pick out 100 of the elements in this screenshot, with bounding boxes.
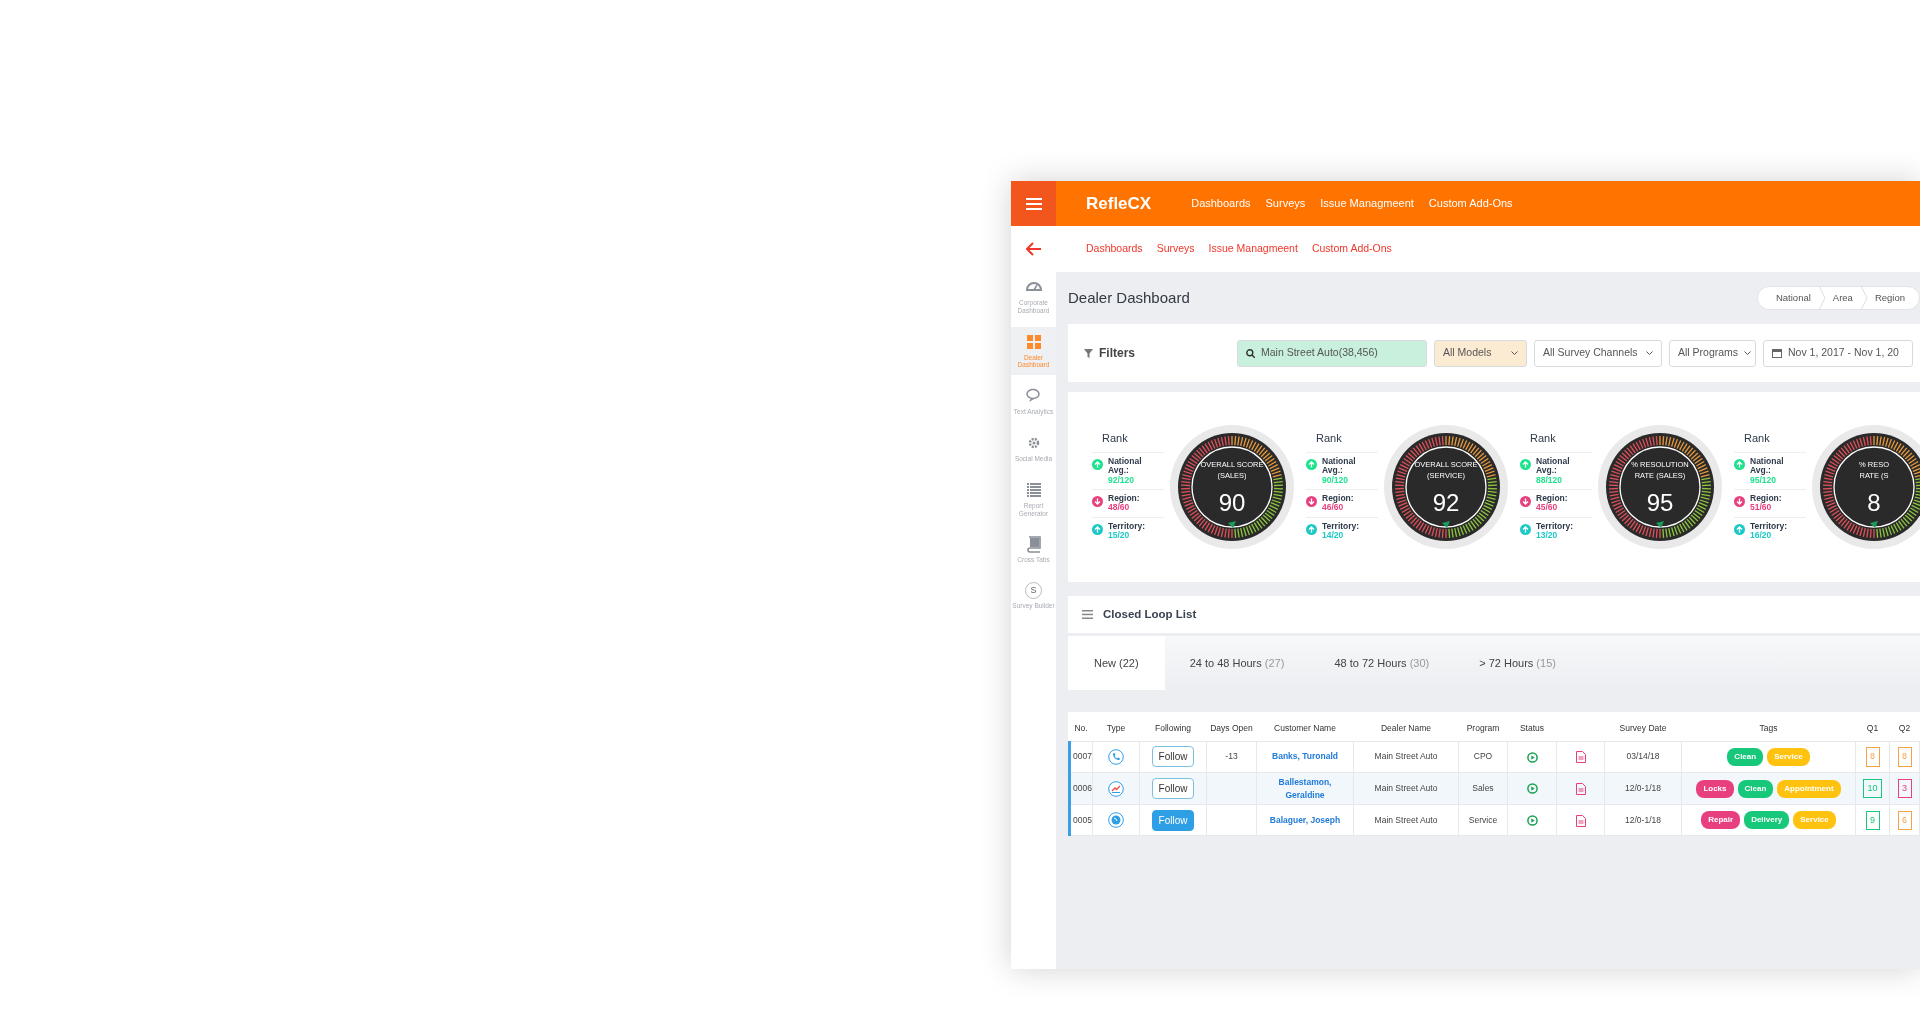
follow-button[interactable]: Follow: [1151, 809, 1195, 831]
score-box: 9: [1865, 810, 1880, 830]
play-icon: [1526, 815, 1538, 827]
column-header: Q2: [1889, 712, 1920, 742]
tag: Repair: [1701, 811, 1741, 830]
menu-button[interactable]: [1011, 181, 1056, 226]
rank-value: 16/20: [1750, 531, 1772, 541]
list-icon: [1024, 480, 1043, 499]
rank-label: Territory:: [1108, 521, 1146, 532]
table-cell: 0006: [1073, 783, 1092, 794]
tag: Delivery: [1744, 811, 1790, 830]
list-title: Closed Loop List: [1103, 606, 1197, 622]
tab[interactable]: > 72 Hours (15): [1454, 636, 1581, 690]
tag: Clean: [1737, 779, 1774, 798]
dropdown[interactable]: All Survey Channels: [1534, 339, 1662, 367]
rank-label: Region:: [1322, 494, 1354, 504]
rank-title: Rank: [1102, 430, 1129, 446]
column-header: Tags: [1681, 712, 1856, 742]
book-icon: [1024, 535, 1043, 554]
tag: Locks: [1696, 779, 1734, 798]
date-range-field[interactable]: Nov 1, 2017 - Nov 1, 20: [1763, 339, 1913, 367]
rank-value: 46/60: [1322, 503, 1344, 513]
rank-label: National Avg.:: [1322, 457, 1357, 476]
back-arrow-icon: [1025, 242, 1042, 256]
nav-link[interactable]: Issue Managmeent: [1208, 241, 1298, 257]
column-header: Dealer Name: [1353, 712, 1459, 742]
dropdown[interactable]: All Programs: [1669, 339, 1756, 367]
rank-value: 90/120: [1322, 475, 1349, 486]
rank-value: 95/120: [1750, 475, 1777, 486]
follow-button[interactable]: Follow: [1151, 746, 1195, 768]
rank-value: 51/60: [1750, 503, 1772, 513]
caret-icon: [1744, 350, 1752, 356]
gauge-score: 90: [1217, 487, 1247, 518]
tab[interactable]: 48 to 72 Hours (30): [1309, 636, 1455, 690]
column-header: No.: [1069, 712, 1093, 742]
breadcrumb-item[interactable]: National: [1767, 290, 1819, 306]
gauge-score: 92: [1431, 487, 1461, 518]
rank-title: Rank: [1316, 430, 1343, 446]
table-cell: CPO: [1473, 751, 1493, 762]
grid-icon: [1024, 332, 1043, 351]
nav-link[interactable]: Surveys: [1265, 195, 1306, 212]
rank-value: 92/120: [1108, 475, 1135, 486]
tag: Clean: [1727, 747, 1764, 766]
brand-logo: RefleCX: [1086, 192, 1152, 215]
table-cell: Service: [1468, 814, 1498, 825]
filter-icon: [1084, 348, 1093, 358]
rank-label: Territory:: [1322, 521, 1360, 532]
rank-value: 15/20: [1108, 531, 1130, 541]
table-cell: 0007: [1073, 751, 1092, 762]
page-title: Dealer Dashboard: [1068, 287, 1190, 308]
nav-link[interactable]: Custom Add-Ons: [1428, 195, 1513, 212]
rank-label: Territory:: [1750, 521, 1788, 532]
rank-label: Region:: [1108, 494, 1140, 504]
nav-link[interactable]: Custom Add-Ons: [1311, 241, 1392, 257]
table-cell: Main Street Auto: [1374, 814, 1438, 825]
document-icon: [1575, 782, 1586, 795]
rank-label: National Avg.:: [1108, 457, 1143, 476]
dropdown[interactable]: All Models: [1434, 339, 1527, 367]
column-header: Survey Date: [1604, 712, 1682, 742]
rank-label: National Avg.:: [1750, 457, 1785, 476]
table-cell: 0005: [1073, 814, 1092, 825]
tab[interactable]: 24 to 48 Hours (27): [1164, 636, 1310, 690]
breadcrumb-item[interactable]: Region: [1866, 290, 1913, 306]
table-cell: Main Street Auto: [1374, 751, 1438, 762]
play-icon: [1526, 751, 1538, 763]
nav-link[interactable]: Dashboards: [1191, 195, 1251, 212]
nav-link[interactable]: Surveys: [1156, 241, 1195, 257]
score-box: 8: [1897, 747, 1912, 767]
rank-value: 13/20: [1536, 531, 1558, 541]
breadcrumb-item[interactable]: Area: [1824, 290, 1861, 306]
tab[interactable]: New (22): [1068, 636, 1165, 690]
rank-title: Rank: [1530, 430, 1557, 446]
column-header: Program: [1458, 712, 1508, 742]
column-header: Following: [1139, 712, 1207, 742]
caret-icon: [1511, 350, 1518, 356]
follow-button[interactable]: Follow: [1151, 778, 1195, 799]
table-cell: -13: [1225, 751, 1238, 762]
document-icon: [1575, 751, 1586, 764]
rank-label: Territory:: [1536, 521, 1574, 532]
table-cell: 12/0-1/18: [1625, 783, 1661, 794]
nav-link[interactable]: Dashboards: [1086, 241, 1143, 257]
nav-link[interactable]: Issue Managmeent: [1320, 195, 1414, 212]
gauge-score: 95: [1645, 487, 1675, 518]
table-cell: Main Street Auto: [1374, 783, 1438, 794]
column-header: Q1: [1855, 712, 1890, 742]
column-header: Status: [1507, 712, 1557, 742]
score-box: 8: [1865, 747, 1880, 767]
play-icon: [1526, 783, 1538, 795]
list-icon: [1082, 610, 1093, 619]
column-header: Type: [1092, 712, 1140, 742]
column-header: Customer Name: [1256, 712, 1354, 742]
rank-value: 48/60: [1108, 503, 1130, 513]
document-icon: [1575, 814, 1586, 827]
search-field[interactable]: Main Street Auto(38,456): [1237, 339, 1427, 367]
tag: Appointment: [1777, 779, 1841, 798]
caret-icon: [1646, 350, 1653, 356]
column-header: Days Open: [1206, 712, 1257, 742]
rank-value: 88/120: [1536, 475, 1563, 486]
rank-label: Region:: [1750, 494, 1782, 504]
menu-icon: [1025, 197, 1042, 210]
